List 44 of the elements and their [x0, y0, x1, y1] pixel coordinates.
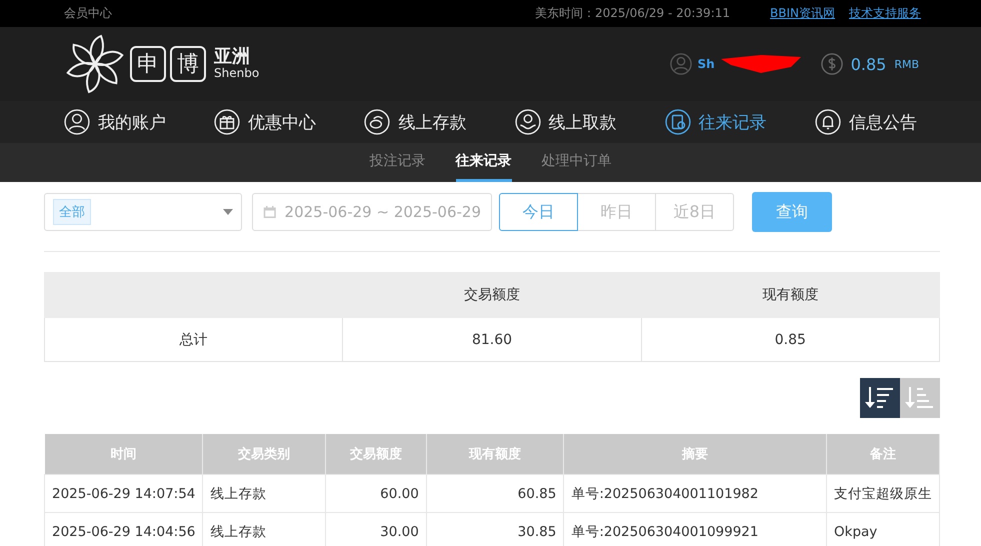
dollar-icon — [820, 53, 843, 75]
sort-icon — [905, 385, 935, 411]
table-cell: 60.85 — [426, 474, 564, 512]
table-cell: 支付宝超级原生 — [826, 474, 940, 512]
table-cell: 60.00 — [326, 474, 426, 512]
logo-char: 申 — [130, 46, 166, 82]
table-cell: 单号:202506304001101982 — [564, 474, 826, 512]
nav-tab[interactable]: 优惠中心 — [214, 109, 316, 135]
nav-tab[interactable]: 线上取款 — [514, 109, 617, 135]
nav-tab[interactable]: 信息公告 — [814, 109, 917, 135]
currency-label: RMB — [894, 58, 919, 70]
clipboard-icon — [664, 109, 691, 135]
logo-name: 亚洲 — [214, 48, 251, 68]
header-link[interactable]: BBIN资讯网 — [770, 5, 835, 22]
sub-tab[interactable]: 投注记录 — [370, 143, 426, 182]
total-label: 总计 — [44, 318, 343, 362]
sub-tab[interactable]: 往来记录 — [456, 143, 512, 182]
table-cell: 2025-06-29 14:04:56 — [44, 512, 203, 546]
username: Sh — [698, 57, 715, 71]
balance-amount: 0.85 — [850, 54, 886, 74]
bell-icon — [814, 109, 841, 135]
summary-header: 现有额度 — [641, 272, 940, 318]
logo-subtitle: Shenbo — [214, 67, 260, 80]
user-icon — [670, 53, 692, 75]
sort-button[interactable] — [860, 378, 900, 418]
nav-tab[interactable]: 往来记录 — [664, 109, 767, 135]
table-cell: 2025-06-29 14:07:54 — [44, 474, 203, 512]
gift-icon — [214, 109, 240, 135]
page-title: 会员中心 — [64, 5, 112, 22]
time-text: 美东时间：2025/06/29 - 20:39:11 — [534, 5, 730, 22]
flower-logo-icon — [64, 33, 126, 95]
nav-tab[interactable]: 我的账户 — [64, 109, 166, 135]
calendar-icon — [263, 203, 277, 221]
summary-value: 81.60 — [342, 318, 642, 362]
nav-tab[interactable]: 线上存款 — [364, 109, 466, 135]
caret-icon — [223, 209, 233, 215]
summary-header: 交易额度 — [342, 272, 642, 318]
table-cell: 线上存款 — [202, 474, 326, 512]
summary-value: 0.85 — [641, 318, 940, 362]
logo-char: 博 — [170, 46, 206, 82]
sort-icon — [865, 385, 895, 411]
sub-tab[interactable]: 处理中订单 — [542, 143, 612, 182]
user-icon — [64, 109, 90, 135]
header-link[interactable]: 技术支持服务 — [849, 5, 921, 22]
